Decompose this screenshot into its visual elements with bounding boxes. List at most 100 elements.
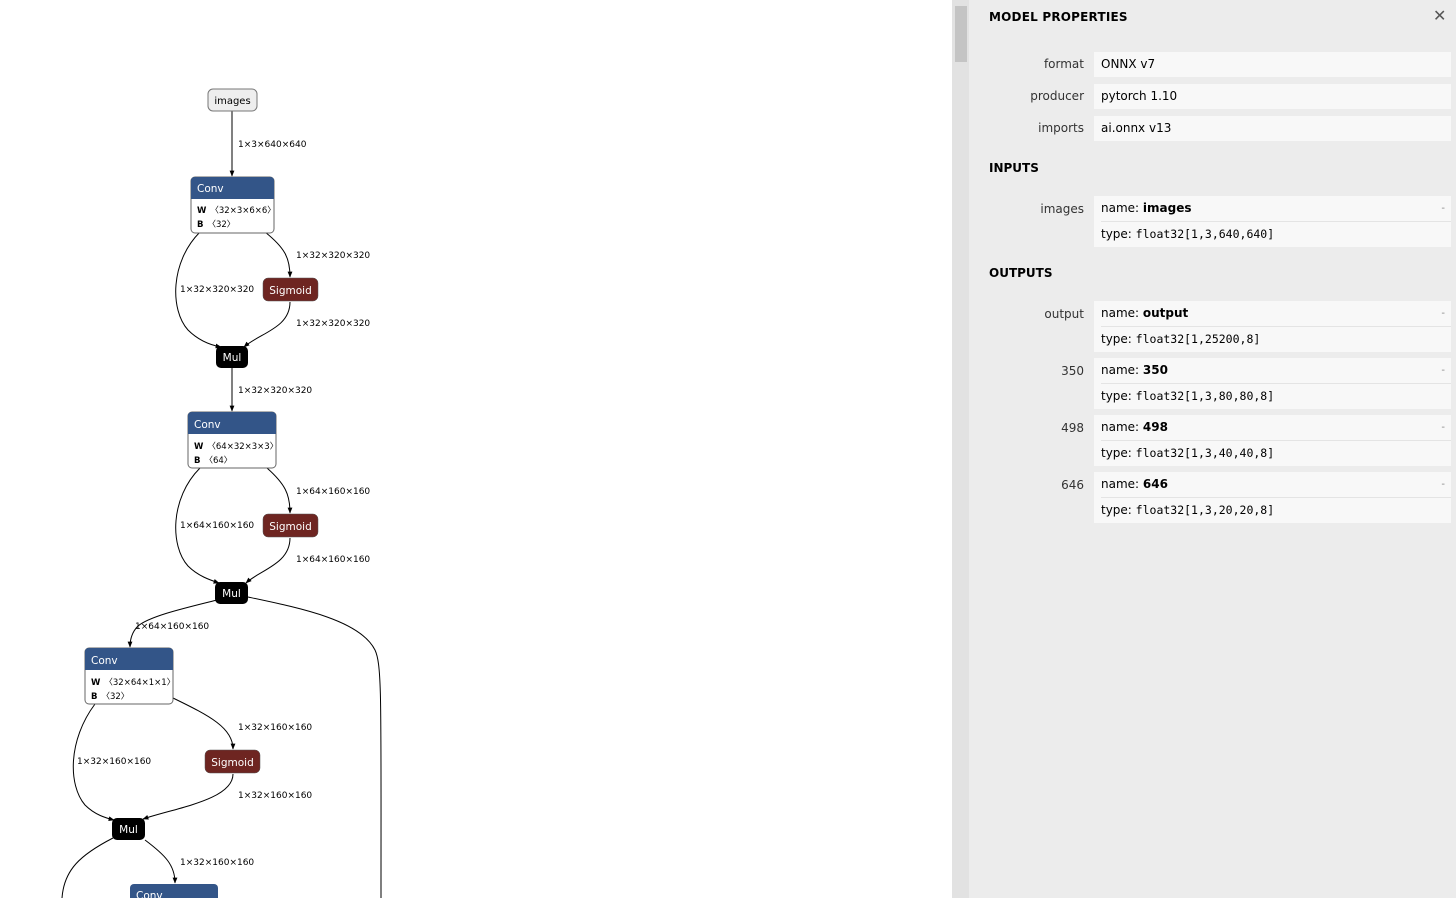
graph-svg: 1×3×640×640 1×32×320×320 1×32×320×320 1×…: [61, 88, 382, 898]
input-node-label: images: [214, 96, 250, 107]
expand-toggle[interactable]: -: [1441, 358, 1445, 383]
conv-node-2[interactable]: Conv W 〈64×32×3×3〉 B 〈64〉: [187, 411, 278, 469]
output-name: output: [1142, 306, 1189, 320]
output-type: float32[1,25200,8]: [1135, 332, 1261, 346]
bias-shape: 〈32〉: [101, 692, 129, 702]
prop-value-text: ONNX v7: [1101, 57, 1156, 71]
output-label: 350: [1061, 364, 1084, 378]
attr-key: B: [194, 456, 200, 466]
input-node-images[interactable]: images: [207, 88, 258, 112]
close-icon[interactable]: ✕: [1433, 6, 1446, 25]
expand-toggle[interactable]: -: [1441, 301, 1445, 326]
name-prefix: name:: [1101, 306, 1143, 320]
edge-label: 1×32×160×160: [238, 723, 312, 733]
output-type: float32[1,3,80,80,8]: [1135, 389, 1275, 403]
graph-scrollbar-track[interactable]: [952, 0, 969, 898]
edge-label: 1×32×320×320: [180, 285, 254, 295]
edge-label: 1×32×320×320: [296, 319, 370, 329]
prop-value-producer: pytorch 1.10: [1094, 84, 1451, 109]
svg-text:B〈32〉: B 〈32〉: [91, 692, 129, 702]
type-prefix: type:: [1101, 227, 1136, 241]
prop-name-format: format: [1043, 57, 1084, 71]
weight-shape: 〈32×64×1×1〉: [104, 678, 175, 688]
node-op-label: Mul: [223, 352, 242, 364]
output-label: output: [1044, 307, 1084, 321]
output-name: 646: [1142, 477, 1168, 491]
input-name-line: name: images -: [1101, 196, 1451, 221]
edge-label: 1×3×640×640: [238, 140, 307, 150]
prop-value-format: ONNX v7: [1094, 52, 1451, 77]
output-name: 498: [1142, 420, 1168, 434]
attr-key: B: [91, 692, 97, 702]
output-item[interactable]: name: 350 - type: float32[1,3,80,80,8]: [1094, 358, 1451, 409]
graph-edge: [144, 839, 178, 884]
svg-text:B〈64〉: B 〈64〉: [194, 456, 232, 466]
mul-node-1[interactable]: Mul: [216, 346, 248, 368]
graph-canvas[interactable]: 1×3×640×640 1×32×320×320 1×32×320×320 1×…: [0, 0, 952, 898]
expand-toggle[interactable]: -: [1441, 472, 1445, 497]
edge-label: 1×32×320×320: [296, 251, 370, 261]
graph-edge: [142, 773, 234, 820]
node-op-label: Mul: [222, 588, 241, 600]
node-op-label: Sigmoid: [269, 285, 311, 297]
conv-node-1[interactable]: Conv W 〈32×3×6×6〉 B 〈32〉: [190, 176, 276, 234]
edge-label: 1×32×160×160: [180, 858, 254, 868]
expand-toggle[interactable]: -: [1441, 196, 1445, 221]
output-label: 646: [1061, 478, 1084, 492]
edge-label: 1×64×160×160: [180, 521, 254, 531]
output-type-line: type: float32[1,3,40,40,8]: [1101, 440, 1451, 466]
svg-text:B〈32〉: B 〈32〉: [197, 220, 235, 230]
edge-label: 1×32×160×160: [238, 791, 312, 801]
type-prefix: type:: [1101, 503, 1136, 517]
sigmoid-node-2[interactable]: Sigmoid: [262, 513, 319, 538]
graph-scrollbar-thumb[interactable]: [955, 6, 967, 62]
weight-shape: 〈32×3×6×6〉: [210, 206, 275, 216]
inputs-heading: INPUTS: [989, 161, 1039, 175]
prop-value-imports: ai.onnx v13: [1094, 116, 1451, 141]
type-prefix: type:: [1101, 446, 1136, 460]
output-item[interactable]: name: output - type: float32[1,25200,8]: [1094, 301, 1451, 352]
name-prefix: name:: [1101, 201, 1143, 215]
node-op-label: Sigmoid: [211, 757, 253, 769]
sigmoid-node-1[interactable]: Sigmoid: [262, 277, 319, 302]
edge-label: 1×32×160×160: [77, 757, 151, 767]
sigmoid-node-3[interactable]: Sigmoid: [204, 749, 261, 774]
attr-key: W: [194, 442, 204, 452]
expand-toggle[interactable]: -: [1441, 415, 1445, 440]
edge-label: 1×64×160×160: [296, 555, 370, 565]
graph-edge: [172, 697, 236, 750]
edge-label: 1×64×160×160: [296, 487, 370, 497]
node-op-label: Conv: [136, 890, 163, 898]
output-item[interactable]: name: 498 - type: float32[1,3,40,40,8]: [1094, 415, 1451, 466]
attr-key: W: [197, 206, 207, 216]
node-op-label: Conv: [197, 183, 224, 195]
name-prefix: name:: [1101, 420, 1143, 434]
svg-text:W〈64×32×3×3〉: W 〈64×32×3×3〉: [194, 442, 278, 452]
graph-edge: [264, 231, 293, 278]
output-type-line: type: float32[1,25200,8]: [1101, 326, 1451, 352]
prop-name-producer: producer: [1030, 89, 1084, 103]
name-prefix: name:: [1101, 363, 1143, 377]
conv-node-3[interactable]: Conv W 〈32×64×1×1〉 B 〈32〉: [84, 647, 175, 705]
output-name-line: name: 646 -: [1101, 472, 1451, 497]
mul-node-2[interactable]: Mul: [215, 582, 248, 604]
node-op-label: Sigmoid: [269, 521, 311, 533]
node-op-label: Mul: [119, 824, 138, 836]
mul-node-3[interactable]: Mul: [112, 818, 145, 840]
conv-node-4[interactable]: Conv: [130, 884, 218, 898]
model-properties-panel: MODEL PROPERTIES ✕ format ONNX v7 produc…: [969, 0, 1456, 898]
edge-label: 1×32×320×320: [238, 386, 312, 396]
node-op-label: Conv: [91, 655, 118, 667]
type-prefix: type:: [1101, 389, 1136, 403]
node-op-label: Conv: [194, 419, 221, 431]
attr-key: B: [197, 220, 203, 230]
input-item[interactable]: name: images - type: float32[1,3,640,640…: [1094, 196, 1451, 247]
input-name: images: [1142, 201, 1192, 215]
graph-edge: [245, 537, 291, 584]
outputs-heading: OUTPUTS: [989, 266, 1053, 280]
output-name-line: name: 498 -: [1101, 415, 1451, 440]
output-label: 498: [1061, 421, 1084, 435]
attr-key: W: [91, 678, 101, 688]
output-item[interactable]: name: 646 - type: float32[1,3,20,20,8]: [1094, 472, 1451, 523]
input-type-line: type: float32[1,3,640,640]: [1101, 221, 1451, 247]
